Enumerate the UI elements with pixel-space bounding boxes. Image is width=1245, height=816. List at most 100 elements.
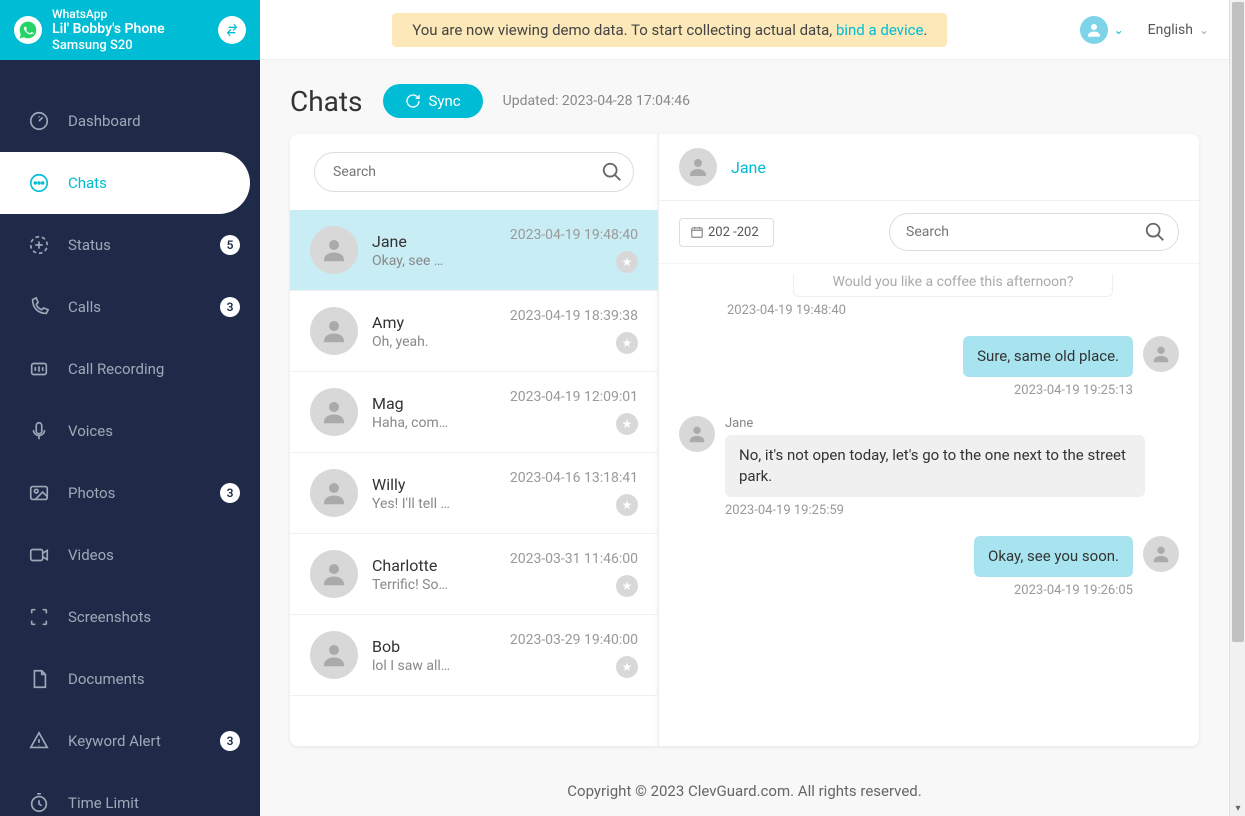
- calendar-icon: [690, 225, 704, 239]
- bind-device-link[interactable]: bind a device: [836, 21, 923, 39]
- sync-button[interactable]: Sync: [383, 84, 483, 118]
- sidebar-item-time-limit[interactable]: Time Limit: [0, 772, 260, 816]
- chat-list-item[interactable]: Amy Oh, yeah. 2023-04-19 18:39:38 ★: [290, 291, 658, 372]
- screenshots-icon: [28, 606, 50, 628]
- sidebar-nav: Dashboard Chats Status5Calls3 Call Recordin…: [0, 60, 260, 816]
- chat-preview: Terrific! So…: [372, 577, 462, 593]
- sidebar: WhatsApp Lil' Bobby's Phone Samsung S20 …: [0, 0, 260, 816]
- language-menu[interactable]: English ⌄: [1148, 22, 1209, 38]
- chat-list-item[interactable]: Jane Okay, see … 2023-04-19 19:48:40 ★: [290, 210, 658, 291]
- chat-preview: lol I saw all…: [372, 658, 462, 674]
- scrollbar-thumb[interactable]: [1232, 2, 1244, 642]
- swap-device-button[interactable]: [218, 16, 246, 44]
- timer-icon: [28, 792, 50, 814]
- star-icon[interactable]: ★: [616, 332, 638, 354]
- device-info: WhatsApp Lil' Bobby's Phone Samsung S20: [52, 7, 218, 54]
- chat-search-input[interactable]: [314, 152, 634, 192]
- message-time: 2023-04-19 19:25:59: [725, 503, 1145, 518]
- sidebar-item-dashboard[interactable]: Dashboard: [0, 90, 260, 152]
- sidebar-item-voices[interactable]: Voices: [0, 400, 260, 462]
- contact-avatar: [310, 307, 358, 355]
- sidebar-item-videos[interactable]: Videos: [0, 524, 260, 586]
- contact-avatar: [679, 148, 717, 186]
- star-icon[interactable]: ★: [616, 494, 638, 516]
- chat-name: Charlotte: [372, 556, 510, 575]
- chat-name: Amy: [372, 313, 510, 332]
- chat-list-item[interactable]: Mag Haha, com… 2023-04-19 12:09:01 ★: [290, 372, 658, 453]
- chat-list-item[interactable]: Willy Yes! I'll tell … 2023-04-16 13:18:…: [290, 453, 658, 534]
- message-bubble: No, it's not open today, let's go to the…: [725, 435, 1145, 497]
- nav-label: Voices: [68, 422, 113, 440]
- date-range-input[interactable]: 202 -202: [679, 218, 774, 247]
- chat-time: 2023-04-19 12:09:01: [510, 389, 638, 405]
- contact-avatar: [310, 469, 358, 517]
- message-search-input[interactable]: [889, 213, 1179, 251]
- search-icon[interactable]: [600, 160, 624, 184]
- message-sender: Jane: [725, 416, 1145, 431]
- chat-name: Jane: [372, 232, 510, 251]
- scroll-down-icon[interactable]: ▾: [1230, 800, 1245, 816]
- content-header: Chats Sync Updated: 2023-04-28 17:04:46: [260, 60, 1229, 134]
- contact-avatar: [310, 388, 358, 436]
- sidebar-item-keyword-alert[interactable]: Keyword Alert3: [0, 710, 260, 772]
- chat-time: 2023-04-19 19:48:40: [510, 227, 638, 243]
- chat-detail-header: Jane: [659, 134, 1199, 201]
- chat-list-item[interactable]: Charlotte Terrific! So… 2023-03-31 11:46…: [290, 534, 658, 615]
- chat-name: Bob: [372, 637, 510, 656]
- nav-label: Documents: [68, 670, 145, 688]
- chat-preview: Yes! I'll tell …: [372, 496, 462, 512]
- sync-label: Sync: [429, 92, 461, 110]
- self-avatar: [1143, 336, 1179, 372]
- user-menu[interactable]: ⌄: [1080, 16, 1124, 44]
- search-icon[interactable]: [1143, 220, 1167, 244]
- message-row: Sure, same old place. 2023-04-19 19:25:1…: [679, 336, 1179, 398]
- message-time: 2023-04-19 19:25:13: [963, 383, 1133, 398]
- device-model-label: Samsung S20: [52, 38, 218, 54]
- nav-label: Time Limit: [68, 794, 139, 812]
- scrollbar[interactable]: ▴ ▾: [1229, 0, 1245, 816]
- nav-label: Screenshots: [68, 608, 151, 626]
- message-bubble: Okay, see you soon.: [974, 536, 1133, 577]
- chevron-down-icon: ⌄: [1114, 23, 1124, 37]
- sidebar-item-call-recording[interactable]: Call Recording: [0, 338, 260, 400]
- chat-icon: [28, 172, 50, 194]
- star-icon[interactable]: ★: [616, 251, 638, 273]
- chat-time: 2023-04-16 13:18:41: [510, 470, 638, 486]
- nav-label: Photos: [68, 484, 115, 502]
- sidebar-item-photos[interactable]: Photos 3: [0, 462, 260, 524]
- nav-badge: 3: [220, 483, 240, 503]
- chat-preview: Oh, yeah.: [372, 334, 462, 350]
- star-icon[interactable]: ★: [616, 413, 638, 435]
- message-bubble: Sure, same old place.: [963, 336, 1133, 377]
- nav-label: Chats: [68, 174, 107, 192]
- banner-text: You are now viewing demo data. To start …: [412, 21, 836, 39]
- sidebar-item-calls[interactable]: Calls3: [0, 276, 260, 338]
- contact-avatar: [310, 631, 358, 679]
- sidebar-item-chats[interactable]: Chats: [0, 152, 250, 214]
- user-avatar-icon: [1080, 16, 1108, 44]
- main: You are now viewing demo data. To start …: [260, 0, 1229, 816]
- message-row: Okay, see you soon. 2023-04-19 19:26:05: [679, 536, 1179, 598]
- language-label: English: [1148, 22, 1193, 38]
- footer: Copyright © 2023 ClevGuard.com. All righ…: [260, 766, 1229, 816]
- star-icon[interactable]: ★: [616, 656, 638, 678]
- date-value: 202 -202: [708, 225, 759, 240]
- sidebar-item-status[interactable]: Status5: [0, 214, 260, 276]
- sidebar-item-screenshots[interactable]: Screenshots: [0, 586, 260, 648]
- alert-icon: [28, 730, 50, 752]
- nav-label: Status: [68, 236, 111, 254]
- cutoff-time: 2023-04-19 19:48:40: [679, 297, 1179, 318]
- chat-detail: Jane 202 -202 Woul: [658, 134, 1199, 746]
- star-icon[interactable]: ★: [616, 575, 638, 597]
- nav-label: Call Recording: [68, 360, 164, 378]
- self-avatar: [1143, 536, 1179, 572]
- topbar: You are now viewing demo data. To start …: [260, 0, 1229, 60]
- voice-icon: [28, 420, 50, 442]
- sidebar-item-documents[interactable]: Documents: [0, 648, 260, 710]
- calls-icon: [28, 296, 50, 318]
- banner-period: .: [923, 21, 927, 39]
- chat-preview: Okay, see …: [372, 253, 462, 269]
- page-title: Chats: [290, 85, 363, 118]
- chat-list-item[interactable]: Bob lol I saw all… 2023-03-29 19:40:00 ★: [290, 615, 658, 696]
- chat-time: 2023-03-31 11:46:00: [510, 551, 638, 567]
